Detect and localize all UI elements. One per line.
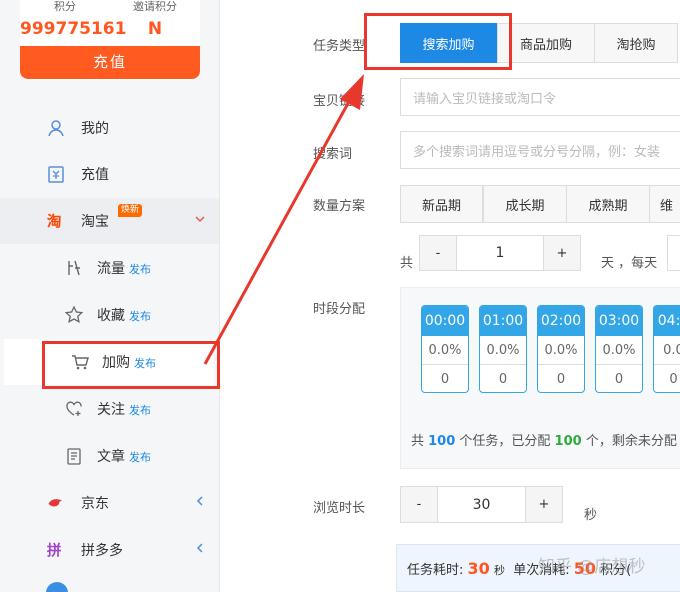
annotation-arrow <box>203 74 364 365</box>
